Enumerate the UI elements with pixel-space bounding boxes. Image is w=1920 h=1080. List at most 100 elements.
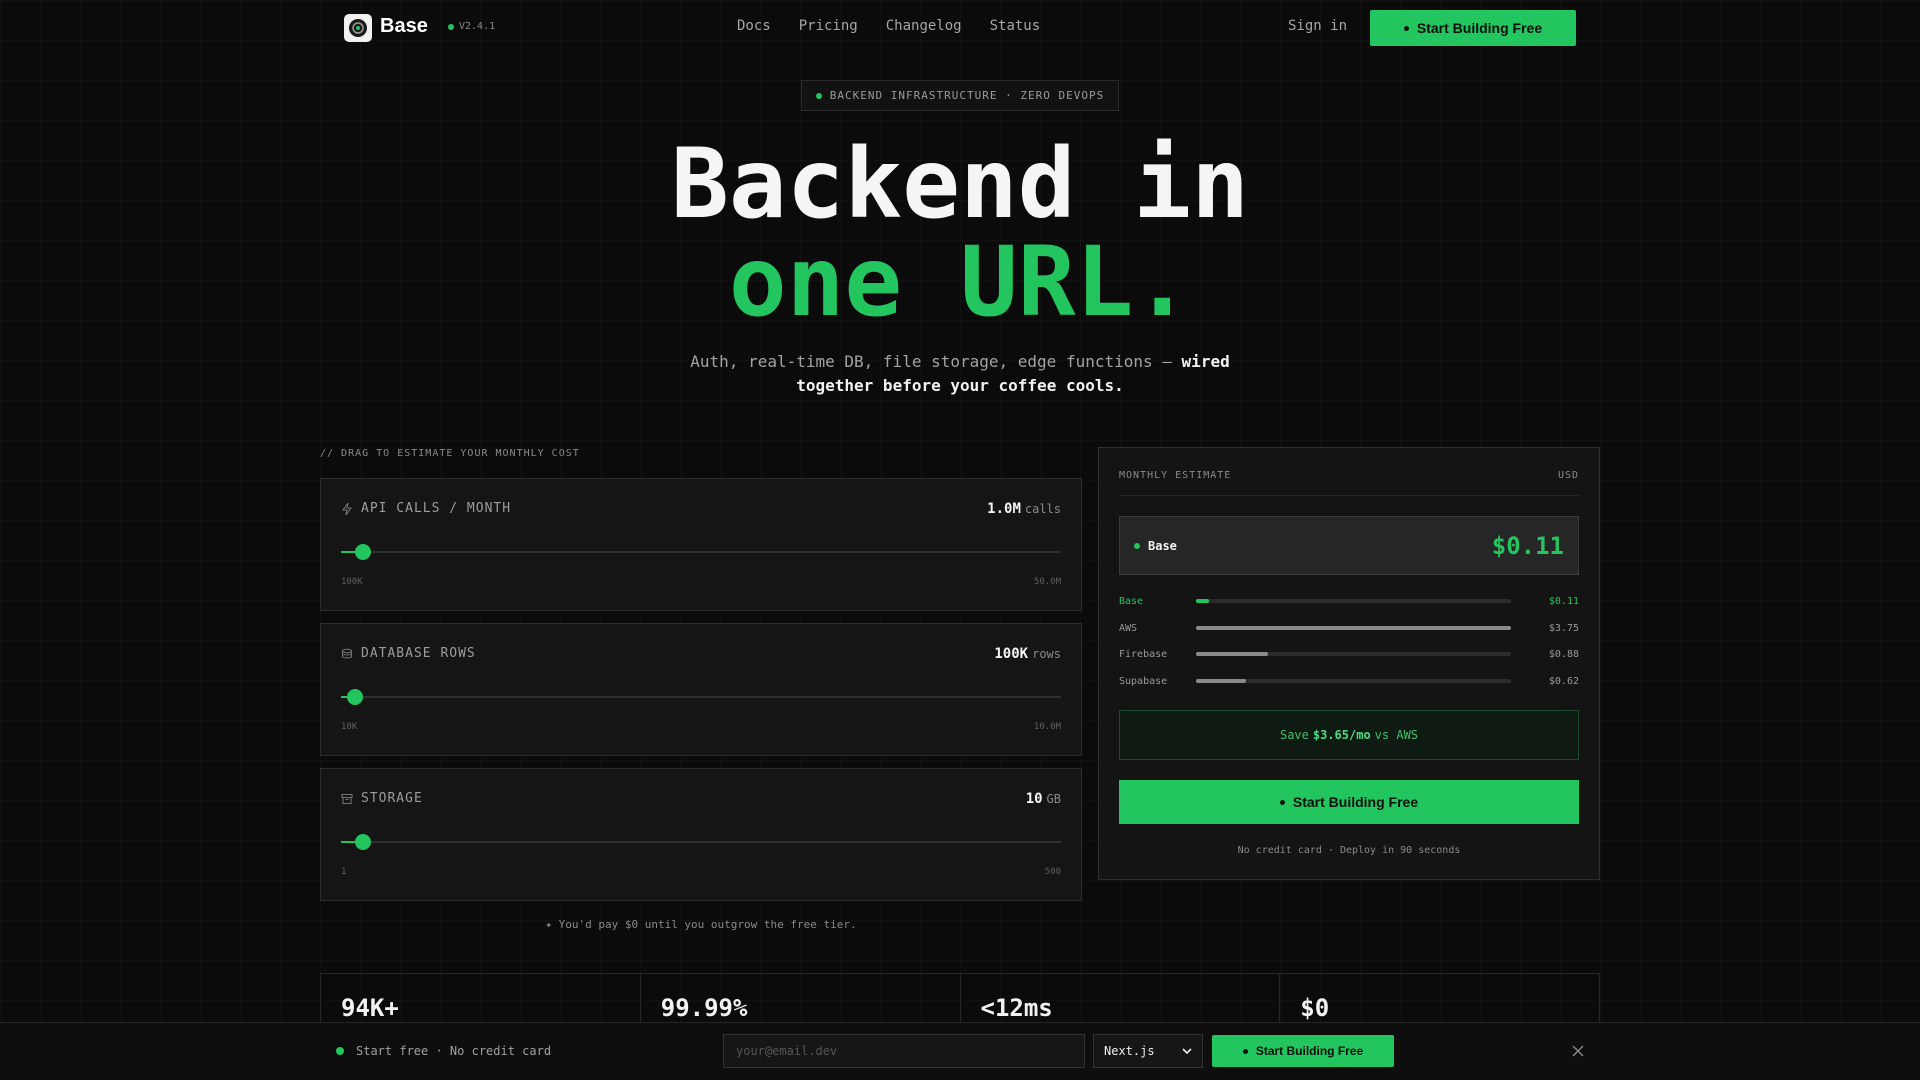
slider-track-api[interactable] — [341, 544, 1061, 560]
bar-start-label: Start Building Free — [1255, 1044, 1364, 1058]
slider-thumb-api[interactable] — [354, 544, 371, 560]
slider-value-number: 1.0M — [987, 501, 1021, 517]
compare-row-aws: AWS $3.75 — [1119, 621, 1579, 635]
slider-label-api: API CALLS / MONTH — [341, 501, 511, 516]
slider-value-number: 10 — [1025, 791, 1043, 807]
pill-dot-icon — [815, 92, 822, 99]
base-price-row: Base $0.11 — [1119, 516, 1579, 575]
compare-name: Base — [1119, 595, 1144, 607]
compare-fill — [1196, 652, 1269, 656]
slider-min: 1 — [341, 867, 347, 877]
panel-note: No credit card · Deploy in 90 seconds — [1237, 845, 1461, 856]
save-amount: $3.65/mo — [1312, 728, 1371, 742]
panel-start-button[interactable]: Start Building Free — [1119, 780, 1579, 824]
save-suffix: vs AWS — [1374, 728, 1419, 742]
compare-bar — [1196, 599, 1511, 603]
compare-price: $0.11 — [1548, 595, 1579, 607]
brand-name[interactable]: Base — [380, 15, 428, 38]
version-badge: V2.4.1 — [448, 21, 495, 32]
slider-value-number: 100K — [994, 646, 1029, 662]
hero-subtitle: Auth, real-time DB, file storage, edge f… — [0, 350, 1920, 398]
slider-value-api: 1.0M calls — [987, 501, 1061, 517]
compare-fill — [1196, 599, 1209, 603]
bar-text: Start free · No credit card — [336, 1044, 551, 1058]
slider-label-text: DATABASE ROWS — [361, 646, 476, 661]
nav-start-button[interactable]: Start Building Free — [1370, 10, 1576, 46]
email-input[interactable] — [723, 1034, 1085, 1068]
slider-label-rows: DATABASE ROWS — [341, 646, 476, 661]
slider-card-storage: STORAGE 10 GB 1 500 — [320, 768, 1082, 901]
hero-pill-label: BACKEND INFRASTRUCTURE · ZERO DEVOPS — [829, 89, 1105, 102]
estimate-panel: MONTHLY ESTIMATE USD Base $0.11 Base $0.… — [1098, 447, 1600, 880]
compare-bar — [1196, 679, 1511, 683]
bar-start-button[interactable]: Start Building Free — [1212, 1035, 1394, 1067]
base-dot-icon — [1134, 542, 1140, 549]
nav-start-label: Start Building Free — [1416, 20, 1543, 36]
nav-links: Docs Pricing Changelog Status — [737, 18, 1040, 34]
base-name-label: Base — [1148, 538, 1177, 553]
slider-label-text: API CALLS / MONTH — [361, 501, 512, 516]
save-prefix: Save — [1279, 728, 1309, 742]
panel-start-label: Start Building Free — [1292, 794, 1419, 810]
panel-title: MONTHLY ESTIMATE — [1119, 470, 1232, 481]
slider-value-unit: GB — [1046, 792, 1061, 806]
logo-icon — [349, 19, 367, 37]
hero-sub-plain: Auth, real-time DB, file storage, edge f… — [690, 352, 1182, 371]
compare-price: $0.88 — [1548, 648, 1579, 660]
nav-link-changelog[interactable]: Changelog — [886, 18, 962, 34]
hero-title-line1: Backend in — [671, 128, 1249, 240]
slider-value-unit: calls — [1024, 502, 1061, 516]
slider-value-rows: 100K rows — [994, 646, 1061, 662]
compare-bar — [1196, 652, 1511, 656]
nav-link-pricing[interactable]: Pricing — [799, 18, 858, 34]
slider-max: 50.0M — [1033, 577, 1061, 587]
slider-track-storage[interactable] — [341, 834, 1061, 850]
slider-min: 10K — [341, 722, 358, 732]
nav-link-status[interactable]: Status — [990, 18, 1041, 34]
framework-select[interactable]: Next.js — [1093, 1034, 1203, 1068]
compare-price: $0.62 — [1548, 675, 1579, 687]
dot-icon — [1242, 1048, 1248, 1054]
slider-card-rows: DATABASE ROWS 100K rows 10K 10.0M — [320, 623, 1082, 756]
panel-header: MONTHLY ESTIMATE USD — [1119, 470, 1579, 496]
slider-thumb-storage[interactable] — [354, 834, 371, 850]
brand-logo[interactable] — [344, 14, 372, 42]
slider-track-rows[interactable] — [341, 689, 1061, 705]
slider-label-text: STORAGE — [361, 791, 423, 806]
sticky-signup-bar: Start free · No credit card Next.js Star… — [0, 1022, 1920, 1080]
dot-icon — [1403, 25, 1409, 31]
compare-row-supabase: Supabase $0.62 — [1119, 674, 1579, 688]
bar-dot-icon — [336, 1047, 344, 1055]
free-tier-note: ✦ You'd pay $0 until you outgrow the fre… — [545, 918, 857, 931]
compare-row-base: Base $0.11 — [1119, 594, 1579, 608]
slider-max: 500 — [1044, 867, 1061, 877]
slider-thumb-rows[interactable] — [347, 689, 364, 705]
version-label: V2.4.1 — [459, 21, 496, 32]
close-icon — [1572, 1045, 1584, 1057]
slider-value-unit: rows — [1032, 647, 1061, 661]
savings-banner: Save $3.65/mo vs AWS — [1119, 710, 1579, 760]
close-bar-button[interactable] — [1568, 1041, 1588, 1061]
compare-name: Supabase — [1119, 675, 1168, 687]
hero-pill: BACKEND INFRASTRUCTURE · ZERO DEVOPS — [801, 80, 1119, 111]
sign-in-link[interactable]: Sign in — [1288, 18, 1347, 34]
bolt-icon — [342, 502, 352, 515]
compare-price: $3.75 — [1548, 622, 1579, 634]
compare-row-firebase: Firebase $0.88 — [1119, 647, 1579, 661]
slider-card-api: API CALLS / MONTH 1.0M calls 100K 50.0M — [320, 478, 1082, 611]
nav-link-docs[interactable]: Docs — [737, 18, 771, 34]
hero-title-line2: one URL. — [728, 226, 1192, 338]
slider-value-storage: 10 GB — [1026, 791, 1061, 807]
compare-fill — [1196, 626, 1511, 630]
chevron-down-icon — [1182, 1048, 1192, 1055]
framework-value: Next.js — [1104, 1044, 1155, 1058]
compare-fill — [1196, 679, 1247, 683]
currency-label: USD — [1557, 470, 1579, 481]
slider-label-storage: STORAGE — [341, 791, 423, 806]
compare-bar — [1196, 626, 1511, 630]
slider-max: 10.0M — [1033, 722, 1061, 732]
bar-text-label: Start free · No credit card — [356, 1044, 552, 1058]
hero-sub-bold2: together before your coffee cools. — [796, 376, 1124, 395]
compare-name: AWS — [1119, 622, 1138, 634]
base-name: Base — [1134, 539, 1177, 553]
